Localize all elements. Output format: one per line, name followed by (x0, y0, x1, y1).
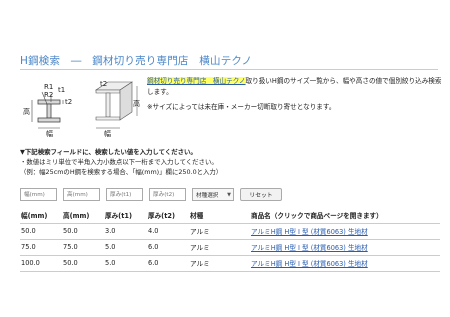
column-header-width: 幅(mm) (21, 212, 48, 221)
web (46, 103, 52, 119)
search-form: 材種選択 ▼ リセット (20, 188, 282, 201)
table-header-row: 幅(mm) 高(mm) 厚み(t1) 厚み(t2) 材種 商品名（クリックで商品… (20, 208, 440, 223)
cell-product: アルミH鋼 H型 I 型 (材質6063) 生地材 (250, 222, 440, 239)
product-link[interactable]: アルミH鋼 H型 I 型 (材質6063) 生地材 (251, 228, 368, 236)
search-instructions: ▼下記検索フィールドに、検索したい値を入力してください。 ・数値はミリ単位で半角… (20, 147, 440, 178)
table-row: 100.0 50.0 5.0 6.0 アルミ アルミH鋼 H型 I 型 (材質6… (20, 254, 440, 272)
table-row: 75.0 75.0 5.0 6.0 アルミ アルミH鋼 H型 I 型 (材質60… (20, 238, 440, 255)
t1-search-input[interactable] (106, 188, 143, 201)
product-link[interactable]: アルミH鋼 H型 I 型 (材質6063) 生地材 (251, 260, 368, 268)
r1-label: R1 (44, 83, 53, 91)
product-link[interactable]: アルミH鋼 H型 I 型 (材質6063) 生地材 (251, 244, 368, 252)
cell-height: 50.0 (62, 222, 104, 239)
height-search-input[interactable] (63, 188, 100, 201)
material-select[interactable]: 材種選択 ▼ (192, 188, 234, 201)
column-header-t1: 厚み(t1) (105, 212, 132, 221)
width-label-perspective: 幅 (104, 129, 111, 138)
results-table: 幅(mm) 高(mm) 厚み(t1) 厚み(t2) 材種 商品名（クリックで商品… (20, 208, 440, 272)
top-flange (37, 99, 61, 105)
table-row: 50.0 50.0 3.0 4.0 アルミ アルミH鋼 H型 I 型 (材質60… (20, 222, 440, 239)
title-divider (20, 69, 438, 70)
h-beam-dimension-diagram: R1 R2 t1 t2 高 幅 t2 高 幅 (23, 80, 140, 138)
cell-height: 50.0 (62, 254, 104, 272)
cell-t2: 6.0 (147, 254, 189, 272)
cell-t2: 6.0 (147, 238, 189, 255)
height-label: 高 (23, 107, 30, 116)
cell-product: アルミH鋼 H型 I 型 (材質6063) 生地材 (250, 238, 440, 255)
t1-label: t1 (58, 86, 65, 94)
cell-height: 75.0 (62, 238, 104, 255)
instructions-heading: ▼下記検索フィールドに、検索したい値を入力してください。 (20, 148, 197, 156)
h-beam-front-shape (37, 99, 61, 123)
cell-t1: 5.0 (104, 238, 147, 255)
h-beam-diagram: R1 R2 t1 t2 高 幅 t2 高 幅 (20, 76, 150, 138)
stock-note: ※サイズによっては未在庫・メーカー切断取り寄せとなります。 (147, 103, 336, 111)
cell-material: アルミ (189, 254, 250, 272)
instructions-line-2: （例：幅25cmのH鋼を検索する場合、「幅(mm)」欄に250.0と入力） (20, 168, 223, 177)
cell-t1: 5.0 (104, 254, 147, 272)
column-header-height: 高(mm) (63, 212, 90, 221)
width-search-input[interactable] (20, 188, 57, 201)
height-label-perspective: 高 (133, 99, 140, 108)
t2-label-perspective: t2 (100, 80, 107, 88)
material-select-value: 材種選択 (196, 192, 219, 199)
bottom-flange (37, 117, 61, 123)
cell-t1: 3.0 (104, 222, 147, 239)
cell-width: 50.0 (20, 222, 62, 239)
instructions-line-1: ・数値はミリ単位で半角入力小数点以下一桁まで入力してください。 (20, 158, 218, 167)
cell-product: アルミH鋼 H型 I 型 (材質6063) 生地材 (250, 254, 440, 272)
column-header-product: 商品名（クリックで商品ページを開きます） (251, 212, 383, 221)
cell-t2: 4.0 (147, 222, 189, 239)
intro-text: 鋼材切り売り専門店 横山テクノ取り扱いH鋼のサイズ一覧から、幅や高さの値で個別絞… (147, 76, 447, 113)
page-title: H鋼検索 ― 鋼材切り売り専門店 横山テクノ (20, 55, 253, 67)
chevron-down-icon: ▼ (227, 191, 231, 198)
t2-search-input[interactable] (149, 188, 186, 201)
column-header-material: 材種 (190, 212, 204, 221)
shop-link[interactable]: 鋼材切り売り専門店 横山テクノ (147, 77, 246, 85)
r2-label: R2 (44, 91, 53, 99)
cell-width: 100.0 (20, 254, 62, 272)
t2-label: t2 (65, 98, 72, 106)
cell-width: 75.0 (20, 238, 62, 255)
cell-material: アルミ (189, 238, 250, 255)
column-header-t2: 厚み(t2) (148, 212, 175, 221)
width-label: 幅 (46, 129, 53, 138)
reset-button[interactable]: リセット (240, 188, 282, 201)
cell-material: アルミ (189, 222, 250, 239)
